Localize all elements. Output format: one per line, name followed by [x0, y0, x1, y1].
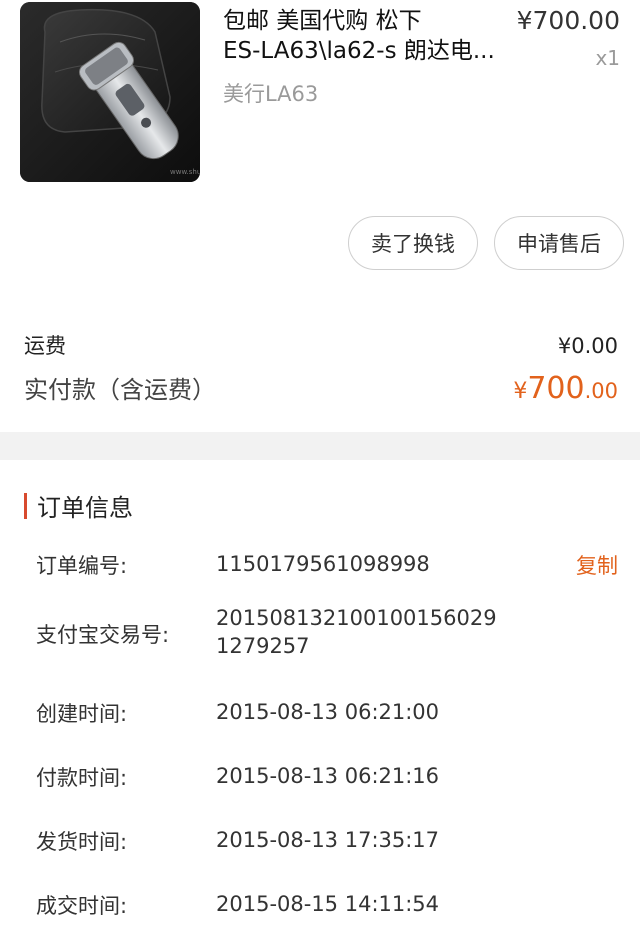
section-accent-bar	[24, 492, 27, 519]
created-time-value: 2015-08-13 06:21:00	[216, 700, 440, 724]
sell-for-cash-button[interactable]: 卖了换钱	[348, 216, 478, 270]
payment-time-label: 付款时间:	[36, 766, 128, 790]
paid-row: 实付款（含运费） ¥700.00	[24, 370, 618, 406]
shipping-time-value: 2015-08-13 17:35:17	[216, 828, 440, 852]
alipay-trade-value-line2: 1279257	[216, 634, 310, 658]
order-number-label: 订单编号:	[36, 554, 128, 578]
alipay-trade-label: 支付宝交易号:	[36, 623, 170, 647]
shipping-label: 运费	[24, 334, 66, 358]
product-title-line2: ES-LA63\la62-s 朗达电...	[223, 38, 495, 64]
order-info-header: 订单信息	[24, 488, 133, 523]
svg-text:www.shu: www.shu	[170, 168, 200, 176]
deal-time-value: 2015-08-15 14:11:54	[216, 892, 440, 916]
shipping-time-label: 发货时间:	[36, 830, 128, 854]
shipping-value: ¥0.00	[557, 334, 618, 358]
product-quantity: x1	[595, 46, 620, 70]
alipay-trade-value[interactable]: 20150813210010015602​9 1279257	[216, 604, 497, 660]
alipay-trade-value-line1: 20150813210010015602​9	[216, 606, 497, 630]
product-title-line1: 包邮 美国代购 松下	[223, 8, 422, 34]
deal-time-label: 成交时间:	[36, 894, 128, 918]
product-thumbnail[interactable]: www.shu	[20, 2, 200, 182]
paid-decimal: .00	[584, 379, 618, 403]
paid-currency: ¥	[513, 379, 528, 404]
created-time-label: 创建时间:	[36, 702, 128, 726]
shipping-row: 运费 ¥0.00	[24, 330, 618, 360]
product-title[interactable]: 包邮 美国代购 松下 ES-LA63\la62-s 朗达电...	[223, 6, 503, 66]
payment-time-value: 2015-08-13 06:21:16	[216, 764, 440, 788]
product-price: ¥700.00	[516, 6, 620, 35]
shaver-image: www.shu	[20, 2, 200, 182]
order-info-title: 订单信息	[37, 494, 133, 522]
section-divider	[0, 432, 640, 460]
apply-aftersale-button[interactable]: 申请售后	[494, 216, 624, 270]
totals-section: 运费 ¥0.00 实付款（含运费） ¥700.00	[0, 300, 640, 430]
product-spec: 美行LA63	[223, 82, 319, 106]
order-info-section: 订单信息 订单编号: 1150179561098998 复制 支付宝交易号: 2…	[0, 460, 640, 930]
product-card[interactable]: www.shu 包邮 美国代购 松下 ES-LA63\la62-s 朗达电...…	[0, 0, 640, 300]
paid-amount: ¥700.00	[513, 371, 618, 406]
paid-integer: 700	[527, 371, 585, 406]
copy-order-number-button[interactable]: 复制	[576, 550, 618, 580]
order-number-value[interactable]: 1150179561098998	[216, 550, 430, 578]
paid-label: 实付款（含运费）	[24, 376, 216, 404]
